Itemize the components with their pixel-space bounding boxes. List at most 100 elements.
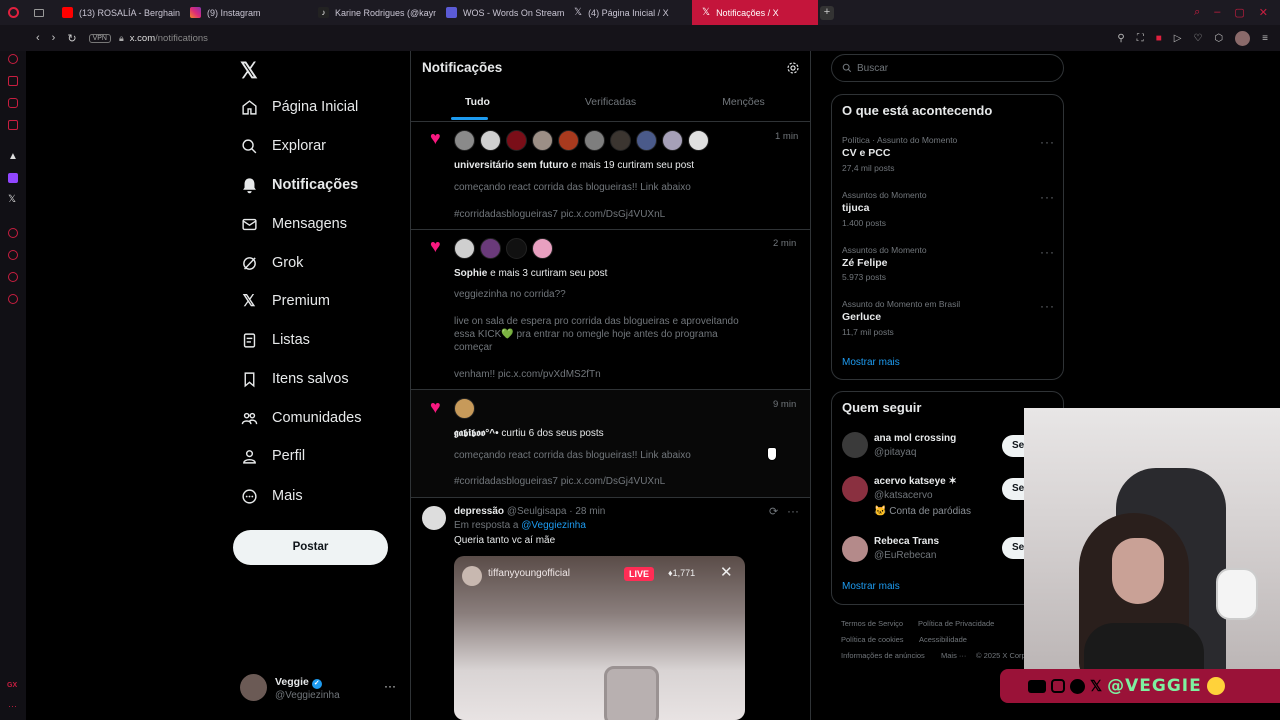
show-more-link[interactable]: Mostrar mais (842, 581, 900, 592)
liker-avatar[interactable] (688, 130, 709, 151)
play-icon[interactable]: ▷ (1174, 33, 1182, 44)
shield-icon[interactable]: ■ (1156, 33, 1162, 44)
tab-menu-icon[interactable] (26, 8, 52, 17)
liker-avatar[interactable] (662, 130, 683, 151)
menu-icon[interactable]: ≡ (1262, 33, 1268, 44)
post-media[interactable]: tiffanyyoungofficial LIVE ♦1,771 ✕ (454, 556, 745, 720)
post-button[interactable]: Postar (233, 530, 388, 565)
nav-item-premium[interactable]: 𝕏 Premium (240, 292, 330, 310)
search-input[interactable]: Buscar (831, 54, 1064, 82)
liker-avatar[interactable] (532, 130, 553, 151)
liker-avatar[interactable] (506, 238, 527, 259)
minimize-icon[interactable]: – (1214, 6, 1220, 19)
follow-item[interactable]: acervo katseye ✶ @katsacervo 🐱 Conta de … (832, 471, 1032, 521)
nav-item-messages[interactable]: Mensagens (240, 215, 347, 233)
post-more-icon[interactable]: ··· (787, 504, 799, 518)
settings-gear-icon[interactable] (786, 61, 800, 80)
tab-mentions[interactable]: Menções (677, 90, 810, 120)
new-tab-button[interactable]: + (820, 5, 834, 20)
reply-post[interactable]: depressão @Seulgisapa · 28 min ⟳ ··· Em … (411, 498, 810, 720)
reload-icon[interactable]: ↻ (67, 32, 76, 45)
nav-item-more[interactable]: Mais (240, 487, 303, 505)
sidebar-settings-icon[interactable] (8, 294, 18, 304)
nav-item-communities[interactable]: Comunidades (240, 409, 361, 427)
trend-more-icon[interactable]: ··· (1040, 135, 1055, 149)
liker-avatar[interactable] (480, 130, 501, 151)
tab-verified[interactable]: Verificadas (544, 90, 677, 120)
sidebar-more-icon[interactable]: ··· (8, 701, 17, 711)
pin-icon[interactable]: ⚲ (1117, 33, 1124, 44)
forward-icon[interactable]: › (52, 32, 56, 44)
browser-tab[interactable]: ♪ Karine Rodrigues (@kayn (308, 0, 436, 25)
trend-more-icon[interactable]: ··· (1040, 299, 1055, 313)
notification-time: 1 min (775, 131, 799, 142)
sidebar-messenger-icon[interactable] (8, 76, 18, 86)
notification-item[interactable]: ♥ 2 min Sophie e mais 3 curtiram seu pos… (411, 230, 810, 389)
account-switcher[interactable]: Veggie ✓ @Veggiezinha ··· (240, 674, 400, 704)
show-more-link[interactable]: Mostrar mais (842, 357, 900, 368)
browser-tab[interactable]: 𝕏 (4) Página Inicial / X (564, 0, 692, 25)
sidebar-clock-icon[interactable] (8, 250, 18, 260)
post-author[interactable]: depressão (454, 506, 504, 517)
liker-avatar[interactable] (584, 130, 605, 151)
sidebar-x-icon[interactable]: 𝕏 (8, 194, 16, 205)
browser-tab[interactable]: WOS - Words On Stream (436, 0, 564, 25)
trend-more-icon[interactable]: ··· (1040, 245, 1055, 259)
liker-avatar[interactable] (636, 130, 657, 151)
x-logo-icon[interactable]: 𝕏 (240, 58, 258, 84)
liker-avatar[interactable] (532, 238, 553, 259)
footer-link[interactable]: Política de cookies (841, 635, 904, 644)
extensions-icon[interactable]: ⬡ (1214, 33, 1223, 44)
footer-link[interactable]: Acessibilidade (919, 635, 967, 644)
webcam-overlay (1024, 408, 1280, 670)
tab-all[interactable]: Tudo (411, 90, 544, 120)
trend-more-icon[interactable]: ··· (1040, 190, 1055, 204)
account-more-icon[interactable]: ··· (384, 679, 396, 693)
sidebar-mail-icon[interactable] (8, 120, 18, 130)
sidebar-gx-icon[interactable]: GX (7, 682, 17, 689)
footer-link[interactable]: Mais ··· (941, 651, 966, 660)
liker-avatar[interactable] (480, 238, 501, 259)
liker-avatar[interactable] (558, 130, 579, 151)
url-field[interactable]: x.com/notifications (130, 33, 208, 44)
grok-action-icon[interactable]: ⟳ (769, 505, 778, 518)
nav-item-notifications[interactable]: Notificações (240, 176, 358, 194)
snapshot-icon[interactable]: ⛶ (1137, 33, 1144, 44)
person-shirt-shape (1084, 623, 1204, 670)
sidebar-twitch-icon[interactable] (8, 173, 18, 183)
browser-tab[interactable]: (13) ROSALÍA - Berghain ( (52, 0, 180, 25)
nav-item-lists[interactable]: Listas (240, 331, 310, 349)
heart-icon[interactable]: ♡ (1193, 33, 1202, 44)
footer-link[interactable]: Política de Privacidade (918, 619, 994, 628)
browser-tab[interactable]: (9) Instagram (180, 0, 308, 25)
notification-item[interactable]: ♥ 9 min 𝖌𝖆𝖇𝖎𝖇𝖔𝖔°^• curtiu 6 dos seus pos… (411, 390, 810, 497)
nav-item-bookmarks[interactable]: Itens salvos (240, 370, 349, 388)
back-icon[interactable]: ‹ (36, 32, 40, 44)
verified-badge-icon: ✓ (311, 679, 322, 689)
notification-item[interactable]: ♥ 1 min universitário sem futuro e mais … (411, 122, 810, 229)
vpn-badge[interactable]: VPN (88, 33, 111, 43)
liker-avatar[interactable] (454, 238, 475, 259)
liker-avatar[interactable] (610, 130, 631, 151)
sidebar-speed-dial-icon[interactable] (8, 54, 18, 64)
liker-avatar[interactable] (454, 130, 475, 151)
browser-tab-active[interactable]: 𝕏 Notificações / X (692, 0, 818, 25)
nav-item-home[interactable]: Página Inicial (240, 98, 358, 116)
opera-logo-icon[interactable] (0, 0, 26, 25)
liker-avatar[interactable] (506, 130, 527, 151)
maximize-icon[interactable]: ▢ (1234, 6, 1244, 19)
liker-avatar[interactable] (454, 398, 475, 419)
footer-link[interactable]: Termos de Serviço (841, 619, 903, 628)
nav-item-grok[interactable]: Grok (240, 254, 303, 272)
reply-to-link[interactable]: @Veggiezinha (521, 520, 586, 531)
nav-item-profile[interactable]: Perfil (240, 447, 305, 465)
sidebar-history-icon[interactable] (8, 228, 18, 238)
nav-item-explore[interactable]: Explorar (240, 137, 326, 155)
search-tabs-icon[interactable]: ⌕ (1194, 6, 1200, 19)
close-icon[interactable]: ✕ (1259, 6, 1268, 19)
sidebar-ai-icon[interactable]: ▲ (8, 151, 18, 162)
profile-avatar[interactable] (1235, 30, 1251, 46)
footer-link[interactable]: Informações de anúncios (841, 651, 925, 660)
sidebar-player-icon[interactable] (8, 272, 18, 282)
sidebar-instagram-icon[interactable] (8, 98, 18, 108)
